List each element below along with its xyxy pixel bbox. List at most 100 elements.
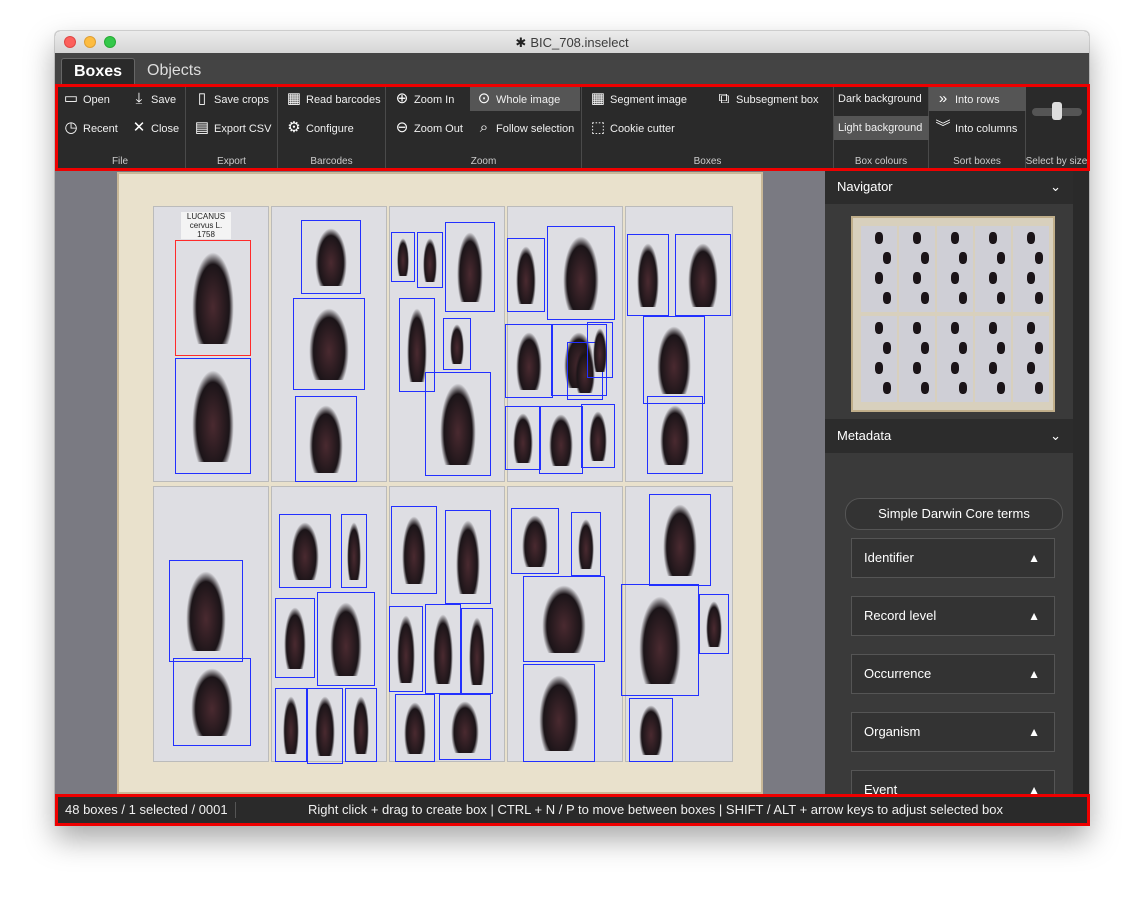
specimen-box[interactable] [417,232,443,288]
specimen-box-selected[interactable] [175,240,251,356]
specimen-box[interactable] [523,576,605,662]
specimen-box[interactable] [425,372,491,476]
segment-image-button[interactable]: ▦ Segment image [584,87,691,111]
thumbnail-tray [861,316,897,402]
navigator-header[interactable]: Navigator ⌄ [825,170,1073,204]
section-occurrence[interactable]: Occurrence ▲ [851,654,1055,694]
thumbnail-specimen [921,342,929,354]
specimen-box[interactable] [445,510,491,604]
boxes-group-label: Boxes [693,156,722,167]
tab-boxes[interactable]: Boxes [61,58,136,85]
specimen-box[interactable] [341,514,367,588]
tab-objects[interactable]: Objects [135,58,213,84]
navigator-label: Navigator [837,179,893,194]
whole-image-button[interactable]: ⊙ Whole image [470,87,580,111]
specimen-box[interactable] [571,512,601,576]
into-columns-button[interactable]: ︾ Into columns [929,116,1021,140]
zoom-out-button[interactable]: ⊖ Zoom Out [388,116,467,140]
specimen-box[interactable] [511,508,559,574]
specimen-box[interactable] [643,316,705,404]
specimen-box[interactable] [395,694,435,762]
dark-background-button[interactable]: Dark background [834,87,929,111]
specimen-box[interactable] [275,598,315,678]
specimen-box[interactable] [275,688,307,762]
specimen-box[interactable] [505,406,541,470]
configure-button[interactable]: ⚙ Configure [280,116,358,140]
specimen-box[interactable] [507,238,545,312]
recent-button[interactable]: ◷ Recent [57,116,122,140]
recent-label: Recent [83,123,118,135]
section-organism[interactable]: Organism ▲ [851,712,1055,752]
specimen-box[interactable] [439,694,491,760]
side-panel-scrollbar[interactable] [1073,170,1089,794]
follow-selection-label: Follow selection [496,123,575,135]
specimen-box[interactable] [523,664,595,762]
specimen-box[interactable] [627,234,669,316]
section-identifier[interactable]: Identifier ▲ [851,538,1055,578]
read-barcodes-label: Read barcodes [306,94,381,106]
specimen-box[interactable] [175,358,251,474]
read-barcodes-button[interactable]: ▦ Read barcodes [280,87,385,111]
follow-selection-button[interactable]: ⌕ Follow selection [470,116,578,140]
specimen-box[interactable] [173,658,251,746]
navigator-thumbnail[interactable] [851,216,1055,412]
thumbnail-specimen [989,272,997,284]
status-count: 48 boxes / 1 selected / 0001 [65,802,228,817]
subsegment-box-button[interactable]: ⧉ Subsegment box [710,87,823,111]
specimen-box[interactable] [295,396,357,482]
export-group-label: Export [217,156,246,167]
metadata-header[interactable]: Metadata ⌄ [825,419,1073,453]
specimen-box[interactable] [345,688,377,762]
specimen-box[interactable] [279,514,331,588]
specimen-box[interactable] [391,232,415,282]
specimen-box[interactable] [505,324,553,398]
specimen-box[interactable] [699,594,729,654]
specimen-box[interactable] [629,698,673,762]
save-button[interactable]: ⤓ Save [125,87,180,111]
specimen-box[interactable] [443,318,471,370]
section-event[interactable]: Event ▲ [851,770,1055,797]
sort-boxes-group-label: Sort boxes [953,156,1001,167]
thumbnail-specimen [997,292,1005,304]
specimen-box[interactable] [587,322,613,378]
specimen-box[interactable] [389,606,423,692]
export-group: ▯ Save crops ▤ Export CSV Export [186,84,278,170]
whole-image-label: Whole image [496,94,561,106]
specimen-box[interactable] [425,604,461,694]
specimen-box[interactable] [621,584,699,696]
open-label: Open [83,94,110,106]
light-background-button[interactable]: Light background [834,116,929,140]
thumbnail-specimen [959,382,967,394]
cookie-cutter-icon: ⬚ [590,119,606,136]
open-button[interactable]: ▭ Open [57,87,114,111]
specimen-box[interactable] [307,688,343,764]
specimen-box[interactable] [445,222,495,312]
section-record-level[interactable]: Record level ▲ [851,596,1055,636]
close-button[interactable]: ✕ Close [125,116,183,140]
status-hint: Right click + drag to create box | CTRL … [308,802,1003,817]
chevron-down-icon: ⌄ [1050,428,1061,443]
metadata-template-button[interactable]: Simple Darwin Core terms [845,498,1063,530]
specimen-box[interactable] [581,404,615,468]
save-crops-icon: ▯ [197,90,207,107]
select-by-size-slider[interactable] [1052,102,1062,120]
specimen-drawer-image[interactable]: LUCANUS cervus L. 1758 [117,172,763,794]
specimen-box[interactable] [461,608,493,694]
specimen-box[interactable] [539,406,583,474]
specimen-box[interactable] [169,560,243,662]
thumbnail-specimen [913,272,921,284]
save-crops-button[interactable]: ▯ Save crops [188,87,273,111]
specimen-box[interactable] [301,220,361,294]
into-rows-button[interactable]: » Into rows [929,87,1026,111]
specimen-box[interactable] [317,592,375,686]
specimen-box[interactable] [547,226,615,320]
specimen-box[interactable] [293,298,365,390]
specimen-box[interactable] [649,494,711,586]
cookie-cutter-button[interactable]: ⬚ Cookie cutter [584,116,679,140]
specimen-box[interactable] [391,506,437,594]
section-label: Record level [864,608,937,623]
specimen-box[interactable] [675,234,731,316]
zoom-in-button[interactable]: ⊕ Zoom In [388,87,458,111]
export-csv-button[interactable]: ▤ Export CSV [188,116,275,140]
specimen-box[interactable] [647,396,703,474]
